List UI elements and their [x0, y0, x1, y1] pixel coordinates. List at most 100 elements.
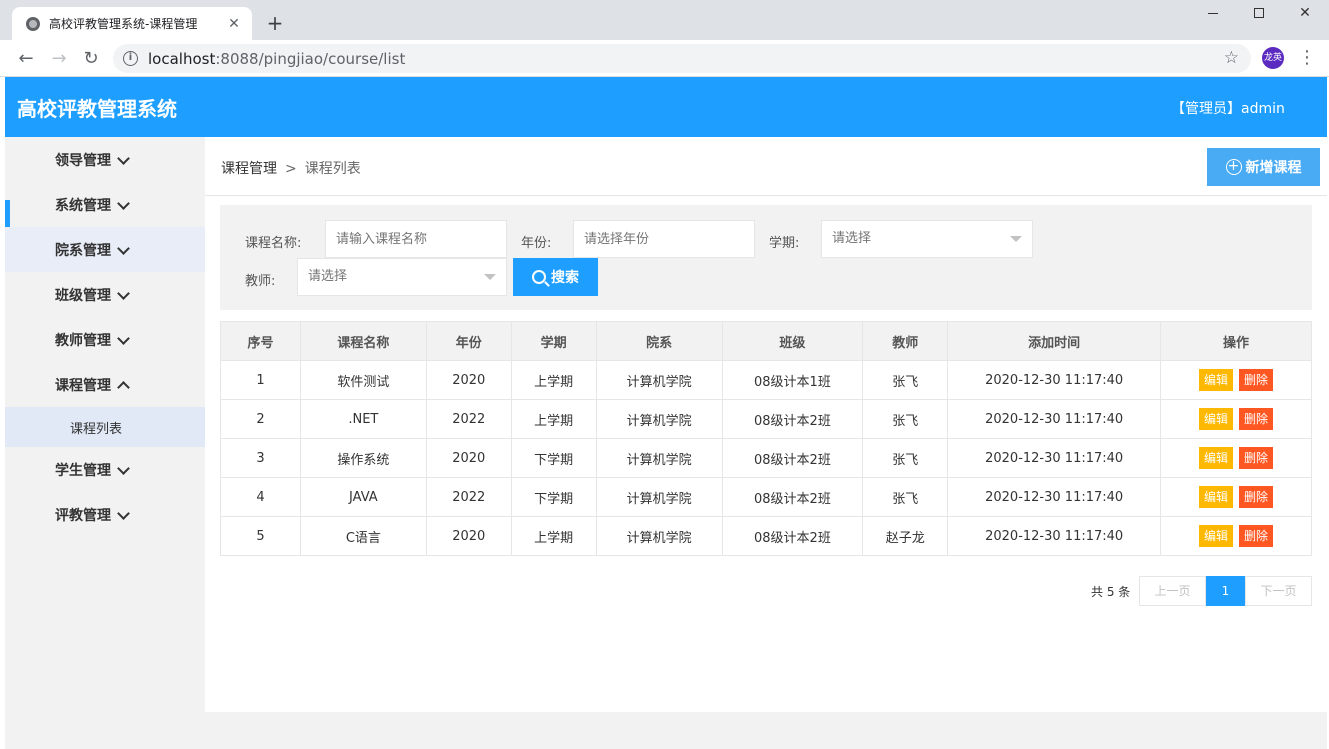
sidebar-item-leader[interactable]: 领导管理	[5, 137, 205, 182]
table-actions: 编辑 删除	[1160, 516, 1312, 556]
table-cell: 张飞	[862, 477, 949, 517]
column-header: 院系	[595, 321, 723, 361]
table-row: 4 JAVA 2022 下学期 计算机学院 08级计本2班 张飞 2020-12…	[220, 477, 1312, 517]
table-cell: 张飞	[862, 360, 949, 400]
table-cell: 计算机学院	[595, 438, 723, 478]
pager-current-page[interactable]: 1	[1206, 576, 1245, 606]
search-icon	[532, 270, 546, 284]
sidebar-item-department[interactable]: 院系管理	[5, 227, 205, 272]
breadcrumb-separator: >	[285, 161, 297, 177]
course-table: 序号 课程名称 年份 学期 院系 班级 教师 添加时间 操作 1 软件测试 20…	[220, 321, 1312, 556]
delete-button[interactable]: 删除	[1239, 408, 1274, 430]
table-cell: 2020-12-30 11:17:40	[947, 399, 1162, 439]
table-cell: 赵子龙	[862, 516, 949, 556]
sidebar-item-teacher[interactable]: 教师管理	[5, 317, 205, 362]
column-header: 班级	[721, 321, 864, 361]
sidebar-subitem-course-list[interactable]: 课程列表	[5, 407, 205, 447]
edit-button[interactable]: 编辑	[1199, 408, 1234, 430]
table-cell: 2022	[425, 399, 512, 439]
pager-prev-button[interactable]: 上一页	[1139, 576, 1206, 606]
table-cell: 2020-12-30 11:17:40	[947, 516, 1162, 556]
sidebar-item-label: 学生管理	[55, 462, 111, 479]
caret-down-icon	[1010, 236, 1022, 242]
chevron-down-icon	[117, 244, 129, 256]
table-cell: 1	[220, 360, 301, 400]
table-cell: 上学期	[510, 516, 597, 556]
table-cell: 张飞	[862, 438, 949, 478]
table-cell: 2020	[425, 516, 512, 556]
app-header: 高校评教管理系统 【管理员】admin	[5, 77, 1327, 137]
edit-button[interactable]: 编辑	[1199, 369, 1234, 391]
sidebar-item-label: 课程管理	[55, 377, 111, 394]
sidebar-item-course[interactable]: 课程管理	[5, 362, 205, 407]
table-cell: 5	[220, 516, 301, 556]
address-bar[interactable]: i localhost:8088/pingjiao/course/list ☆	[113, 44, 1251, 73]
table-cell: 2020	[425, 438, 512, 478]
term-select[interactable]: 请选择	[821, 220, 1033, 258]
table-actions: 编辑 删除	[1160, 477, 1312, 517]
table-cell: 张飞	[862, 399, 949, 439]
bookmark-star-icon[interactable]: ☆	[1224, 48, 1239, 68]
edit-button[interactable]: 编辑	[1199, 525, 1234, 547]
delete-button[interactable]: 删除	[1239, 525, 1274, 547]
column-header: 年份	[425, 321, 512, 361]
browser-tab[interactable]: 高校评教管理系统-课程管理 ✕	[12, 7, 252, 40]
breadcrumb-parent[interactable]: 课程管理	[221, 161, 277, 177]
window-minimize-button[interactable]	[1190, 0, 1236, 28]
table-actions: 编辑 删除	[1160, 399, 1312, 439]
browser-menu-icon[interactable]: ⋮	[1298, 46, 1316, 70]
edit-button[interactable]: 编辑	[1199, 486, 1234, 508]
sidebar-item-system[interactable]: 系统管理	[5, 182, 205, 227]
table-cell: 08级计本1班	[721, 360, 864, 400]
pager-next-button[interactable]: 下一页	[1245, 576, 1312, 606]
app-title: 高校评教管理系统	[17, 97, 177, 121]
column-header: 操作	[1160, 321, 1312, 361]
column-header: 添加时间	[947, 321, 1162, 361]
forward-icon[interactable]: →	[46, 46, 72, 72]
sidebar-item-evaluation[interactable]: 评教管理	[5, 492, 205, 537]
reload-icon[interactable]: ↻	[78, 46, 104, 72]
table-cell: 08级计本2班	[721, 399, 864, 439]
chevron-down-icon	[117, 199, 129, 211]
delete-button[interactable]: 删除	[1239, 486, 1274, 508]
search-button[interactable]: 搜索	[513, 258, 598, 296]
term-label: 学期:	[769, 236, 800, 251]
maximize-icon	[1254, 8, 1264, 18]
table-cell: .NET	[299, 399, 427, 439]
table-cell: 08级计本2班	[721, 516, 864, 556]
table-cell: 计算机学院	[595, 516, 723, 556]
sidebar-item-class[interactable]: 班级管理	[5, 272, 205, 317]
new-tab-icon[interactable]: +	[262, 10, 288, 36]
globe-icon	[26, 16, 40, 31]
delete-button[interactable]: 删除	[1239, 369, 1274, 391]
chevron-down-icon	[117, 509, 129, 521]
table-cell: 08级计本2班	[721, 477, 864, 517]
plus-circle-icon: +	[1225, 159, 1242, 175]
teacher-select[interactable]: 请选择	[297, 258, 507, 296]
year-input[interactable]	[573, 220, 755, 258]
tab-close-icon[interactable]: ✕	[226, 16, 242, 32]
table-cell: 上学期	[510, 399, 597, 439]
delete-button[interactable]: 删除	[1239, 447, 1274, 469]
course-name-input[interactable]	[325, 220, 507, 258]
teacher-label: 教师:	[245, 274, 276, 289]
minimize-icon	[1208, 12, 1218, 14]
add-course-button[interactable]: + 新增课程	[1207, 148, 1320, 186]
divider	[205, 195, 1327, 196]
current-user[interactable]: 【管理员】admin	[1171, 98, 1285, 118]
search-button-label: 搜索	[551, 270, 579, 286]
back-icon[interactable]: ←	[13, 46, 39, 72]
sidebar-item-student[interactable]: 学生管理	[5, 447, 205, 492]
sidebar: 领导管理 系统管理 院系管理 班级管理 教师管理 课程管理 课程列表 学生管理 …	[5, 137, 205, 749]
sidebar-item-label: 院系管理	[55, 242, 111, 259]
profile-avatar[interactable]: 龙英	[1262, 47, 1284, 69]
window-maximize-button[interactable]	[1236, 0, 1282, 28]
table-header-row: 序号 课程名称 年份 学期 院系 班级 教师 添加时间 操作	[220, 321, 1312, 361]
window-close-button[interactable]: ✕	[1282, 0, 1328, 28]
edit-button[interactable]: 编辑	[1199, 447, 1234, 469]
browser-tab-bar: 高校评教管理系统-课程管理 ✕ + ✕	[0, 0, 1329, 40]
sidebar-item-label: 教师管理	[55, 332, 111, 349]
table-cell: 2020-12-30 11:17:40	[947, 477, 1162, 517]
info-icon[interactable]: i	[123, 51, 138, 66]
url-text: localhost:8088/pingjiao/course/list	[148, 50, 405, 68]
